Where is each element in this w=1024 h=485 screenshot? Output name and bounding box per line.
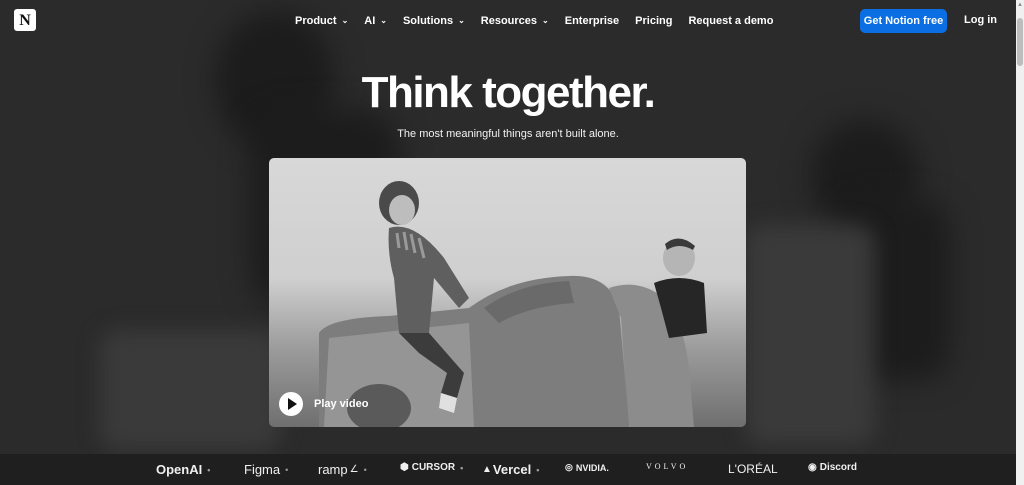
play-video-label[interactable]: Play video: [314, 398, 368, 410]
separator-dot: •: [536, 464, 540, 475]
nav-item-label: Pricing: [635, 15, 673, 27]
logo-text: L'ORÉAL: [728, 462, 778, 476]
logo-text: CURSOR: [411, 462, 456, 473]
volvo-logo: VOLVO: [646, 462, 688, 471]
nav-item-product[interactable]: Product ⌄: [295, 15, 348, 27]
hero-title: Think together.: [361, 68, 656, 117]
page-scrollbar[interactable]: ▲: [1016, 0, 1024, 485]
log-in-link[interactable]: Log in: [964, 14, 997, 26]
children-on-sculpture-photo: [319, 181, 707, 427]
nav-item-label: Enterprise: [564, 15, 620, 27]
separator-dot: •: [363, 464, 367, 475]
nvidia-eye-icon: ◎: [565, 462, 573, 472]
vercel-triangle-icon: ▲: [482, 464, 492, 475]
nav-item-label: Solutions: [402, 15, 454, 27]
separator-dot: •: [285, 464, 289, 475]
cursor-cube-icon: ⬢: [400, 462, 409, 473]
nav-item-pricing[interactable]: Pricing: [635, 15, 672, 27]
logo-text: Vercel: [492, 462, 532, 477]
separator-dot: •: [207, 464, 211, 475]
nav-item-solutions[interactable]: Solutions ⌄: [403, 15, 465, 27]
customer-logos-strip: OpenAI • Figma • ramp ∠ • ⬢ CURSOR • ▲ Vercel • …: [0, 454, 1016, 485]
notion-logo[interactable]: N: [14, 9, 36, 31]
nav-item-label: AI: [364, 15, 376, 27]
chevron-down-icon: ⌄: [341, 15, 349, 25]
cursor-logo: ⬢ CURSOR •: [400, 462, 463, 473]
nav-item-resources[interactable]: Resources ⌄: [481, 15, 549, 27]
nav-item-ai[interactable]: AI ⌄: [364, 15, 387, 27]
discord-controller-icon: ◉: [808, 462, 817, 473]
nav-item-request-demo[interactable]: Request a demo: [688, 15, 773, 27]
discord-logo: ◉ Discord: [808, 462, 857, 473]
nav-item-label: Resources: [480, 15, 538, 27]
logo-text: ramp: [318, 462, 348, 477]
loreal-logo: L'ORÉAL: [728, 462, 778, 476]
nvidia-logo: ◎ NVIDIA.: [565, 462, 609, 473]
nav-item-label: Product: [295, 15, 337, 27]
nav-item-enterprise[interactable]: Enterprise: [565, 15, 619, 27]
figma-logo: Figma •: [244, 462, 288, 477]
logo-text: OpenAI: [156, 462, 203, 477]
ramp-logo: ramp ∠ •: [318, 462, 367, 477]
logo-text: Discord: [819, 462, 857, 473]
top-navigation: N Product ⌄ AI ⌄ Solutions ⌄ Resources ⌄ Ent…: [0, 0, 1016, 42]
nav-item-label: Request a demo: [688, 15, 774, 27]
chevron-down-icon: ⌄: [458, 15, 465, 25]
separator-dot: •: [460, 462, 464, 473]
scroll-up-arrow-icon[interactable]: ▲: [1016, 2, 1024, 12]
main-menu: Product ⌄ AI ⌄ Solutions ⌄ Resources ⌄ Enter…: [295, 0, 789, 42]
logo-text: VOLVO: [646, 462, 689, 471]
get-notion-free-button[interactable]: Get Notion free: [860, 9, 947, 33]
video-thumbnail[interactable]: [269, 158, 746, 427]
ramp-mark-icon: ∠: [349, 464, 359, 475]
play-icon[interactable]: [279, 392, 303, 416]
logo-text: Figma: [244, 462, 281, 477]
chevron-down-icon: ⌄: [380, 15, 387, 25]
hero-subtitle: The most meaningful things aren't built …: [397, 128, 619, 140]
scrollbar-thumb[interactable]: [1017, 18, 1023, 66]
logo-text: NVIDIA.: [575, 462, 609, 473]
vercel-logo: ▲ Vercel •: [482, 462, 539, 477]
openai-logo: OpenAI •: [156, 462, 210, 477]
chevron-down-icon: ⌄: [542, 15, 549, 25]
